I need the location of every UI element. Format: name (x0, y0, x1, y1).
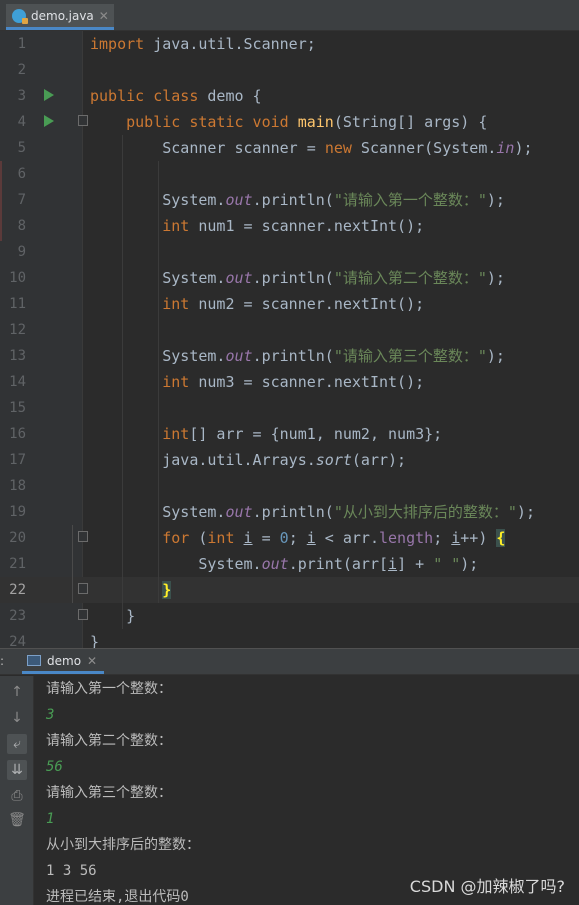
console-input-line: 56 (46, 759, 63, 775)
run-tab-label: demo (47, 653, 82, 668)
code-line[interactable]: 19 System.out.println("从小到大排序后的整数："); (0, 499, 579, 525)
code-line[interactable]: 11 int num2 = scanner.nextInt(); (0, 291, 579, 317)
line-number: 15 (9, 400, 26, 416)
code-line[interactable]: 14 int num3 = scanner.nextInt(); (0, 369, 579, 395)
console-output-line: 进程已结束,退出代码0 (46, 889, 189, 905)
watermark: CSDN @加辣椒了吗? (409, 877, 565, 896)
code-text: int[] arr = {num1, num2, num3}; (162, 425, 443, 443)
line-number: 7 (17, 192, 26, 208)
code-text: System.out.println("请输入第二个整数："); (90, 269, 505, 287)
code-editor[interactable]: 1 import java.util.Scanner; 2 3 public class… (0, 31, 579, 648)
line-number: 24 (9, 634, 26, 648)
line-number: 6 (17, 166, 26, 182)
fold-icon[interactable] (78, 583, 88, 594)
console-output-line: 1 3 56 (46, 863, 106, 879)
code-text: int num1 = scanner.nextInt(); (162, 217, 425, 235)
line-number: 2 (17, 62, 26, 78)
line-number: 1 (17, 36, 26, 52)
code-line[interactable]: 13 System.out.println("请输入第三个整数："); (0, 343, 579, 369)
run-panel-edge-label: ​: (0, 654, 5, 668)
close-icon[interactable]: ✕ (99, 9, 109, 23)
code-line[interactable]: 9 (0, 239, 579, 265)
code-text: public static void main(String[] args) { (126, 113, 488, 131)
code-line[interactable]: 12 (0, 317, 579, 343)
code-text: System.out.println("从小到大排序后的整数："); (90, 503, 535, 521)
console-input-line: 1 (46, 811, 55, 827)
code-line[interactable]: 1 import java.util.Scanner; (0, 31, 579, 57)
code-line[interactable]: 2 (0, 57, 579, 83)
code-text: int num2 = scanner.nextInt(); (162, 295, 425, 313)
code-line[interactable]: 7 System.out.println("请输入第一个整数："); (0, 187, 579, 213)
console-input-line: 3 (46, 707, 55, 723)
print-icon[interactable]: ⎙ (7, 786, 27, 806)
line-number: 17 (9, 452, 26, 468)
editor-tab-bar: demo.java ✕ (0, 0, 579, 31)
console-output[interactable]: 请输入第一个整数： 3 请输入第二个整数： 56 请输入第三个整数： 1 从小到大排序后的整… (35, 676, 579, 905)
code-line[interactable]: 5 Scanner scanner = new Scanner(System.i… (0, 135, 579, 161)
line-number: 16 (9, 426, 26, 442)
line-number: 8 (17, 218, 26, 234)
code-text: import java.util.Scanner; (90, 35, 316, 53)
console-output-line: 请输入第二个整数： (46, 733, 172, 749)
line-number: 9 (17, 244, 26, 260)
run-class-icon[interactable] (44, 89, 54, 101)
code-text: } (90, 633, 100, 648)
line-number: 20 (9, 530, 26, 546)
run-tab-demo[interactable]: demo ✕ (22, 650, 104, 674)
soft-wrap-icon[interactable]: ⤶ (7, 734, 27, 754)
run-panel-header: ​: demo ✕ (0, 648, 579, 675)
code-text: System.out.print(arr[i] + " "); (90, 555, 479, 573)
run-main-icon[interactable] (44, 115, 54, 127)
console-icon (27, 655, 41, 666)
console-output-line: 从小到大排序后的整数： (46, 837, 200, 853)
line-number: 19 (9, 504, 26, 520)
line-number: 11 (9, 296, 26, 312)
line-number: 14 (9, 374, 26, 390)
java-class-icon (12, 8, 28, 24)
code-text: Scanner scanner = new Scanner(System.in)… (90, 139, 533, 157)
line-number: 21 (9, 556, 26, 572)
scroll-to-end-icon[interactable]: ⇊ (7, 760, 27, 780)
line-number: 13 (9, 348, 26, 364)
code-text: int num3 = scanner.nextInt(); (162, 373, 425, 391)
line-number: 5 (17, 140, 26, 156)
line-number: 12 (9, 322, 26, 338)
down-arrow-icon[interactable]: ↓ (7, 708, 27, 728)
code-text: System.out.println("请输入第一个整数："); (90, 191, 505, 209)
line-number: 10 (9, 270, 26, 286)
code-line[interactable]: 10 System.out.println("请输入第二个整数："); (0, 265, 579, 291)
code-text: System.out.println("请输入第三个整数："); (90, 347, 505, 365)
code-text: } (162, 581, 172, 599)
line-number: 18 (9, 478, 26, 494)
close-icon[interactable]: ✕ (87, 654, 97, 668)
code-line[interactable]: 17 java.util.Arrays.sort(arr); (0, 447, 579, 473)
line-number: 22 (9, 582, 26, 598)
console-output-line: 请输入第三个整数： (46, 785, 172, 801)
fold-icon[interactable] (78, 531, 88, 542)
editor-tab-label: demo.java (31, 8, 94, 23)
fold-icon[interactable] (78, 115, 88, 126)
code-text: public class demo { (90, 87, 262, 105)
code-line[interactable]: 16 int[] arr = {num1, num2, num3}; (0, 421, 579, 447)
code-text: for (int i = 0; i < arr.length; i++) { (162, 529, 506, 547)
code-text: } (90, 607, 136, 625)
code-line[interactable]: 3 public class demo { (0, 83, 579, 109)
code-line[interactable]: 18 (0, 473, 579, 499)
code-line[interactable]: 6 (0, 161, 579, 187)
console-output-line: 请输入第一个整数： (46, 681, 172, 697)
line-number: 23 (9, 608, 26, 624)
editor-tab-demo-java[interactable]: demo.java ✕ (6, 4, 114, 30)
code-line[interactable]: 24} (0, 629, 579, 648)
line-number: 4 (17, 114, 26, 130)
line-number: 3 (17, 88, 26, 104)
code-line[interactable]: 21 System.out.print(arr[i] + " "); (0, 551, 579, 577)
code-line[interactable]: 8 int num1 = scanner.nextInt(); (0, 213, 579, 239)
trash-icon[interactable]: 🗑 (7, 810, 27, 830)
code-text: java.util.Arrays.sort(arr); (90, 451, 407, 469)
run-toolbar: ↑ ↓ ⤶ ⇊ ⎙ 🗑 (0, 676, 34, 905)
fold-icon[interactable] (78, 609, 88, 620)
code-line[interactable]: 15 (0, 395, 579, 421)
up-arrow-icon[interactable]: ↑ (7, 682, 27, 702)
